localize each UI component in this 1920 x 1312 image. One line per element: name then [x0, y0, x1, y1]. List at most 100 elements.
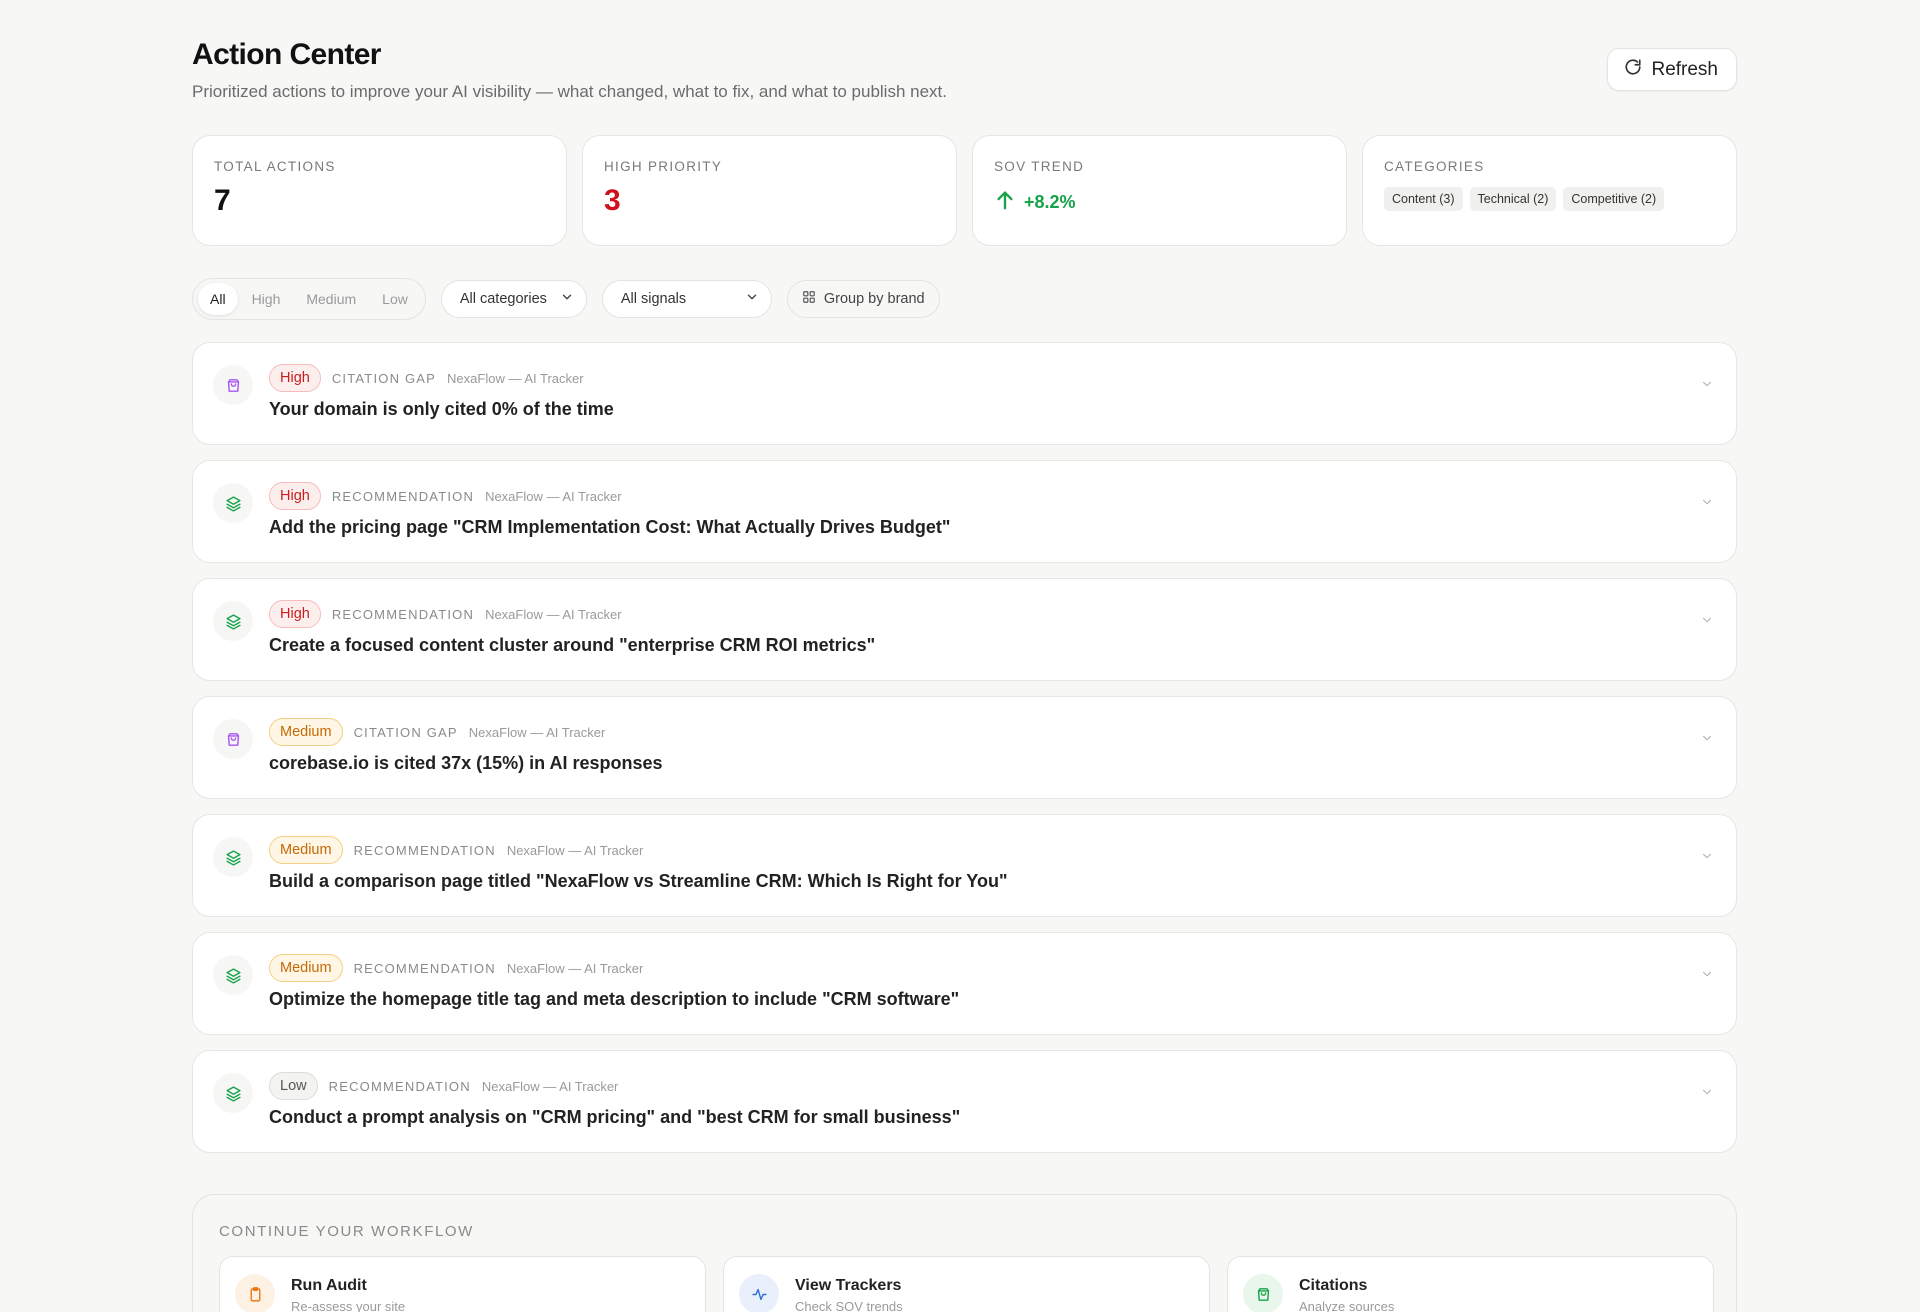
- brand-name: NexaFlow — AI Tracker: [506, 960, 644, 976]
- citations-title: Citations: [1299, 1277, 1368, 1294]
- layers-icon: [213, 483, 253, 523]
- chevron-down-icon[interactable]: [1700, 967, 1714, 981]
- main-container: Action Center Prioritized actions to imp…: [192, 0, 1737, 1312]
- brand-name: NexaFlow — AI Tracker: [485, 606, 622, 622]
- brand-name: NexaFlow — AI Tracker: [506, 842, 644, 858]
- priority-badge: High: [269, 600, 321, 628]
- signal-type: RECOMMENDATION: [328, 1078, 471, 1094]
- action-title: Create a focused content cluster around …: [269, 635, 876, 655]
- chevron-down-icon[interactable]: [1700, 377, 1714, 391]
- signal-select[interactable]: All signals: [601, 280, 772, 318]
- page-title: Action Center: [192, 38, 381, 71]
- total-actions-label: TOTAL ACTIONS: [214, 159, 336, 174]
- total-actions-card: TOTAL ACTIONS 7: [192, 135, 567, 246]
- action-title: Build a comparison page titled "NexaFlow…: [269, 871, 1008, 891]
- arrow-up-icon: [994, 188, 1016, 217]
- signal-type: CITATION GAP: [331, 370, 437, 386]
- brand-name: NexaFlow — AI Tracker: [468, 724, 606, 740]
- signal-type: RECOMMENDATION: [353, 960, 496, 976]
- view-trackers-subtitle: Check SOV trends: [795, 1299, 903, 1312]
- activity-icon: [739, 1274, 779, 1312]
- tab-medium[interactable]: Medium: [294, 283, 368, 315]
- chevron-down-icon[interactable]: [1700, 495, 1714, 509]
- priority-tabs: All High Medium Low: [192, 278, 426, 320]
- group-by-brand-label: Group by brand: [823, 291, 925, 307]
- tab-all[interactable]: All: [198, 283, 238, 315]
- action-item[interactable]: Medium RECOMMENDATION NexaFlow — AI Trac…: [192, 814, 1737, 917]
- categories-card: CATEGORIES Content (3) Technical (2) Com…: [1362, 135, 1737, 246]
- action-meta: High RECOMMENDATION NexaFlow — AI Tracke…: [269, 600, 622, 628]
- workflow-cards: Run Audit Re-assess your site View Track…: [219, 1256, 1714, 1312]
- brand-name: NexaFlow — AI Tracker: [447, 370, 584, 386]
- action-item[interactable]: High RECOMMENDATION NexaFlow — AI Tracke…: [192, 460, 1737, 563]
- action-item[interactable]: Medium RECOMMENDATION NexaFlow — AI Trac…: [192, 932, 1737, 1035]
- action-title: Optimize the homepage title tag and meta…: [269, 989, 960, 1009]
- action-title: Your domain is only cited 0% of the time: [269, 399, 614, 419]
- run-audit-card[interactable]: Run Audit Re-assess your site: [219, 1256, 706, 1312]
- chevron-down-icon[interactable]: [1700, 731, 1714, 745]
- page-header: Action Center Prioritized actions to imp…: [192, 0, 1737, 130]
- workflow-section: CONTINUE YOUR WORKFLOW Run Audit Re-asse…: [192, 1194, 1737, 1312]
- run-audit-title: Run Audit: [291, 1277, 367, 1294]
- priority-badge: High: [269, 364, 321, 392]
- category-chip-technical: Technical (2): [1469, 187, 1557, 211]
- sov-trend-value-row: +8.2%: [994, 188, 1325, 217]
- shopping-bag-icon: [1243, 1274, 1283, 1312]
- tab-high[interactable]: High: [240, 283, 293, 315]
- action-meta: Medium RECOMMENDATION NexaFlow — AI Trac…: [269, 954, 643, 982]
- chevron-down-icon: [745, 290, 759, 308]
- tab-low[interactable]: Low: [370, 283, 420, 315]
- group-by-brand-button[interactable]: Group by brand: [786, 280, 940, 318]
- run-audit-subtitle: Re-assess your site: [291, 1299, 406, 1312]
- category-select[interactable]: All categories: [440, 280, 587, 318]
- chevron-down-icon[interactable]: [1700, 1085, 1714, 1099]
- priority-badge: Medium: [269, 718, 343, 746]
- action-item[interactable]: High CITATION GAP NexaFlow — AI Tracker …: [192, 342, 1737, 445]
- brand-name: NexaFlow — AI Tracker: [481, 1078, 619, 1094]
- priority-badge: Medium: [269, 836, 343, 864]
- workflow-label: CONTINUE YOUR WORKFLOW: [219, 1223, 474, 1240]
- citations-subtitle: Analyze sources: [1299, 1299, 1395, 1312]
- action-item[interactable]: High RECOMMENDATION NexaFlow — AI Tracke…: [192, 578, 1737, 681]
- category-chip-competitive: Competitive (2): [1563, 187, 1665, 211]
- category-select-value: All categories: [459, 291, 547, 307]
- high-priority-value: 3: [604, 184, 621, 217]
- action-title: Add the pricing page "CRM Implementation…: [269, 517, 951, 537]
- signal-type: RECOMMENDATION: [331, 606, 475, 622]
- category-chips: Content (3) Technical (2) Competitive (2…: [1384, 187, 1715, 211]
- sov-trend-value: +8.2%: [1024, 192, 1076, 212]
- action-item[interactable]: Low RECOMMENDATION NexaFlow — AI Tracker…: [192, 1050, 1737, 1153]
- priority-badge: Medium: [269, 954, 343, 982]
- category-chip-content: Content (3): [1384, 187, 1463, 211]
- layers-icon: [213, 601, 253, 641]
- filter-bar: All High Medium Low All categories All s…: [192, 278, 940, 320]
- sov-trend-label: SOV TREND: [994, 159, 1085, 174]
- view-trackers-card[interactable]: View Trackers Check SOV trends: [723, 1256, 1210, 1312]
- stats-row: TOTAL ACTIONS 7 HIGH PRIORITY 3 SOV TREN…: [192, 135, 1737, 246]
- chevron-down-icon[interactable]: [1700, 849, 1714, 863]
- action-meta: High RECOMMENDATION NexaFlow — AI Tracke…: [269, 482, 622, 510]
- clipboard-icon: [235, 1274, 275, 1312]
- chevron-down-icon: [560, 290, 574, 308]
- brand-name: NexaFlow — AI Tracker: [485, 488, 622, 504]
- grid-icon: [802, 290, 816, 308]
- signal-type: RECOMMENDATION: [353, 842, 496, 858]
- page-subtitle: Prioritized actions to improve your AI v…: [192, 82, 947, 101]
- action-item[interactable]: Medium CITATION GAP NexaFlow — AI Tracke…: [192, 696, 1737, 799]
- total-actions-value: 7: [214, 184, 231, 217]
- citations-card[interactable]: Citations Analyze sources: [1227, 1256, 1714, 1312]
- high-priority-card: HIGH PRIORITY 3: [582, 135, 957, 246]
- action-center-page: Action Center Prioritized actions to imp…: [0, 0, 1920, 1312]
- action-title: Conduct a prompt analysis on "CRM pricin…: [269, 1107, 961, 1127]
- high-priority-label: HIGH PRIORITY: [604, 159, 723, 174]
- chevron-down-icon[interactable]: [1700, 613, 1714, 627]
- priority-badge: High: [269, 482, 321, 510]
- action-title: corebase.io is cited 37x (15%) in AI res…: [269, 753, 663, 773]
- layers-icon: [213, 955, 253, 995]
- action-meta: Medium RECOMMENDATION NexaFlow — AI Trac…: [269, 836, 643, 864]
- sov-trend-card: SOV TREND +8.2%: [972, 135, 1347, 246]
- shopping-bag-icon: [213, 365, 253, 405]
- refresh-button[interactable]: Refresh: [1607, 48, 1737, 91]
- signal-select-value: All signals: [620, 291, 687, 307]
- signal-type: CITATION GAP: [353, 724, 458, 740]
